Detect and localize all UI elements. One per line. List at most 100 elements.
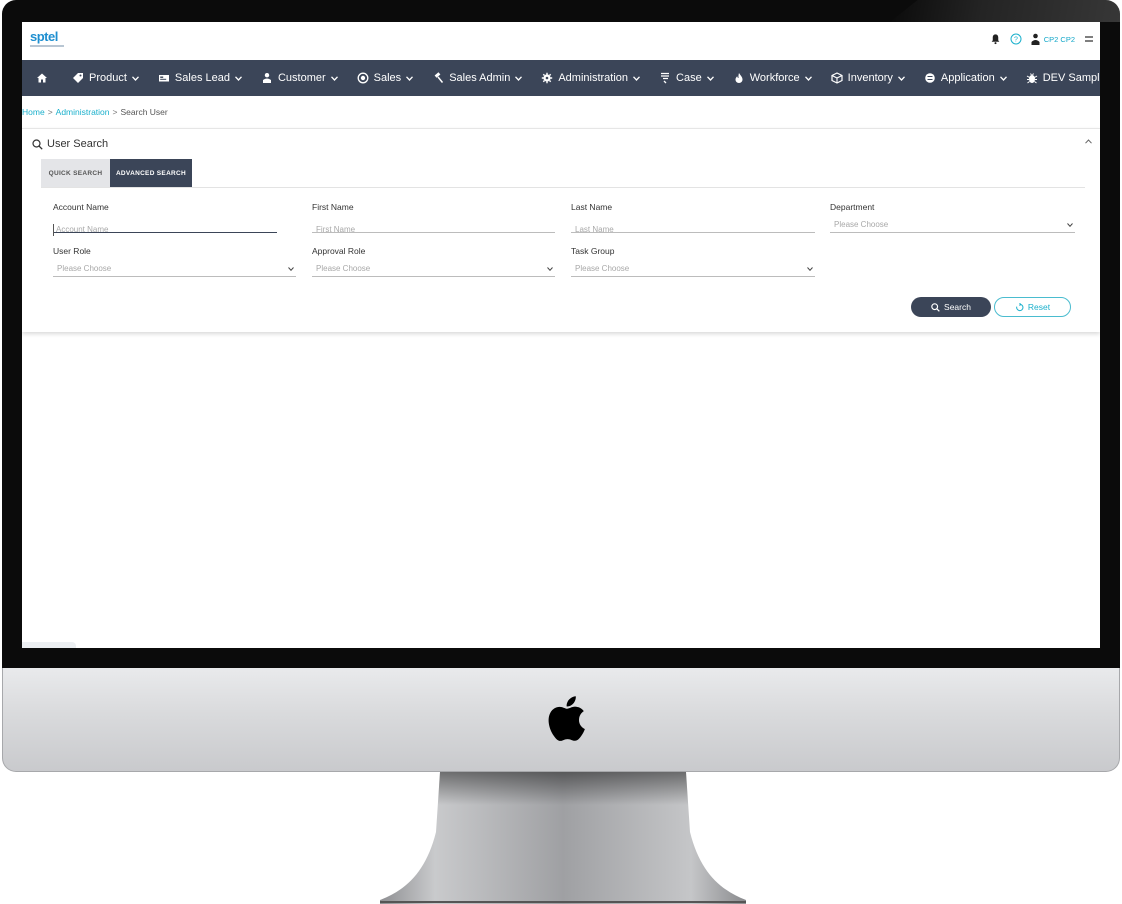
search-tabs: QUICK SEARCH ADVANCED SEARCH bbox=[41, 159, 192, 187]
breadcrumb-separator: > bbox=[112, 107, 118, 117]
account-name-field: Account Name bbox=[53, 202, 296, 236]
department-select[interactable]: Please Choose bbox=[830, 219, 1075, 233]
panel-title: User Search bbox=[32, 138, 108, 150]
coin-icon bbox=[357, 72, 369, 84]
chevron-down-icon bbox=[131, 75, 139, 81]
imac-mockup: sptel ? CP2 CP2 Product Sales Lead Custo… bbox=[0, 0, 1122, 904]
account-name-label: Account Name bbox=[53, 202, 109, 212]
person-icon bbox=[262, 73, 271, 83]
reset-button[interactable]: Reset bbox=[994, 297, 1071, 317]
top-right-tools: ? CP2 CP2 bbox=[990, 33, 1094, 45]
tag-icon bbox=[73, 73, 83, 83]
apple-logo-icon bbox=[548, 696, 585, 741]
last-name-label: Last Name bbox=[571, 202, 613, 212]
breadcrumb-administration[interactable]: Administration bbox=[56, 107, 110, 117]
nav-label: Inventory bbox=[847, 72, 893, 84]
nav-label: Sales Admin bbox=[449, 72, 511, 84]
chevron-down-icon bbox=[1067, 223, 1073, 227]
logo-text: sptel bbox=[30, 29, 58, 44]
nav-product[interactable]: Product bbox=[72, 60, 139, 96]
nav-administration[interactable]: Administration bbox=[541, 60, 641, 96]
approval-role-label: Approval Role bbox=[312, 246, 366, 256]
chevron-down-icon bbox=[234, 75, 242, 81]
nav-workforce[interactable]: Workforce bbox=[733, 60, 812, 96]
chevron-down-icon bbox=[330, 75, 338, 81]
flag-icon bbox=[661, 72, 670, 84]
task-group-label: Task Group bbox=[571, 246, 615, 256]
nav-label: DEV Sample bbox=[1042, 72, 1100, 84]
nav-home[interactable] bbox=[36, 60, 53, 96]
reset-icon bbox=[1016, 302, 1024, 311]
home-icon bbox=[37, 73, 47, 83]
bug-icon bbox=[1026, 73, 1037, 84]
approval-role-field: Approval Role Please Choose bbox=[312, 246, 555, 277]
card-icon bbox=[158, 75, 169, 82]
search-icon bbox=[931, 302, 940, 312]
search-button-label: Search bbox=[944, 302, 971, 312]
nav-label: Workforce bbox=[749, 72, 800, 84]
nav-application[interactable]: Application bbox=[924, 60, 1007, 96]
first-name-box bbox=[312, 219, 555, 236]
chevron-down-icon bbox=[288, 267, 294, 271]
chevron-down-icon bbox=[633, 75, 641, 81]
task-group-select[interactable]: Please Choose bbox=[571, 263, 815, 277]
nav-label: Case bbox=[676, 72, 702, 84]
user-role-field: User Role Please Choose bbox=[53, 246, 296, 277]
first-name-field: First Name bbox=[312, 202, 555, 236]
divider bbox=[41, 187, 1085, 188]
last-name-input[interactable] bbox=[571, 223, 815, 236]
nav-dev-sample[interactable]: DEV Sample bbox=[1026, 60, 1100, 96]
monitor-stand bbox=[380, 772, 746, 904]
user-role-label: User Role bbox=[53, 246, 91, 256]
nav-label: Application bbox=[940, 72, 995, 84]
nav-inventory[interactable]: Inventory bbox=[831, 60, 905, 96]
chevron-down-icon bbox=[804, 75, 812, 81]
nav-customer[interactable]: Customer bbox=[261, 60, 338, 96]
nav-label: Administration bbox=[558, 72, 629, 84]
nav-case[interactable]: Case bbox=[659, 60, 714, 96]
cog-icon bbox=[542, 72, 553, 84]
account-name-input[interactable] bbox=[53, 223, 277, 236]
cube-icon bbox=[831, 72, 843, 84]
user-menu[interactable]: CP2 CP2 bbox=[1031, 33, 1075, 45]
chevron-down-icon bbox=[515, 75, 523, 81]
nav-sales-lead[interactable]: Sales Lead bbox=[158, 60, 242, 96]
bottom-tab bbox=[22, 642, 76, 648]
nav-label: Product bbox=[89, 72, 127, 84]
breadcrumb-separator: > bbox=[47, 107, 53, 117]
approval-role-select[interactable]: Please Choose bbox=[312, 263, 555, 277]
chevron-up-icon[interactable] bbox=[1085, 139, 1092, 144]
tab-quick-search[interactable]: QUICK SEARCH bbox=[41, 159, 110, 187]
breadcrumb-current: Search User bbox=[120, 107, 168, 117]
fire-icon bbox=[735, 73, 743, 83]
help-icon[interactable]: ? bbox=[1010, 33, 1022, 45]
first-name-input[interactable] bbox=[312, 223, 555, 236]
logo[interactable]: sptel bbox=[30, 28, 64, 47]
screen: sptel ? CP2 CP2 Product Sales Lead Custo… bbox=[22, 22, 1100, 648]
menu-icon[interactable] bbox=[1084, 34, 1094, 44]
chevron-down-icon bbox=[547, 267, 553, 271]
box-icon bbox=[925, 73, 935, 83]
department-label: Department bbox=[830, 202, 875, 212]
breadcrumb: Home > Administration > Search User bbox=[22, 107, 168, 117]
nav-label: Customer bbox=[277, 72, 326, 84]
tab-advanced-search[interactable]: ADVANCED SEARCH bbox=[110, 159, 192, 187]
task-group-value: Please Choose bbox=[575, 264, 630, 273]
user-role-value: Please Choose bbox=[57, 264, 112, 273]
search-button[interactable]: Search bbox=[911, 297, 991, 317]
bell-icon[interactable] bbox=[990, 33, 1001, 45]
chevron-down-icon bbox=[897, 75, 905, 81]
chevron-down-icon bbox=[406, 75, 414, 81]
user-role-select[interactable]: Please Choose bbox=[53, 263, 296, 277]
nav-sales[interactable]: Sales bbox=[357, 60, 414, 96]
breadcrumb-home[interactable]: Home bbox=[22, 107, 45, 117]
department-field: Department Please Choose bbox=[830, 202, 1075, 233]
nav-label: Sales bbox=[373, 72, 402, 84]
task-group-field: Task Group Please Choose bbox=[571, 246, 815, 277]
user-name: CP2 CP2 bbox=[1043, 34, 1075, 44]
chevron-down-icon bbox=[807, 267, 813, 271]
last-name-box bbox=[571, 219, 815, 236]
nav-sales-admin[interactable]: Sales Admin bbox=[432, 60, 523, 96]
chevron-down-icon bbox=[706, 75, 714, 81]
user-search-panel: User Search QUICK SEARCH ADVANCED SEARCH… bbox=[22, 128, 1100, 332]
